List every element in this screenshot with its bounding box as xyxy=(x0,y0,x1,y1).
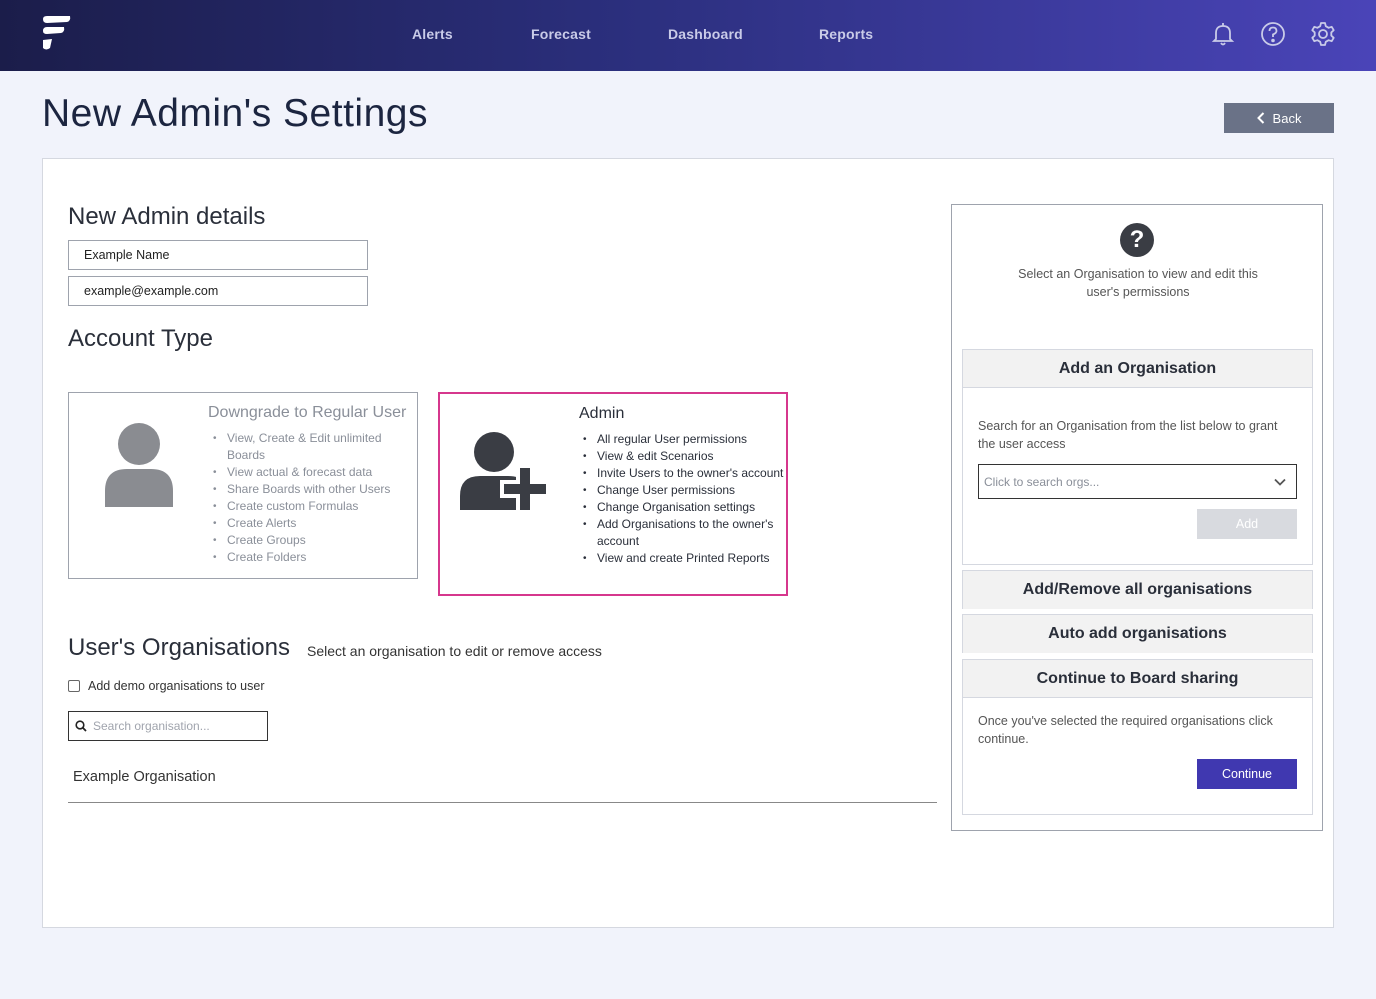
user-icon xyxy=(105,423,173,507)
list-item: View and create Printed Reports xyxy=(579,550,789,567)
page-title: New Admin's Settings xyxy=(42,92,428,135)
continue-button[interactable]: Continue xyxy=(1197,759,1297,789)
user-orgs-subheading: Select an organisation to edit or remove… xyxy=(307,643,602,659)
org-permissions-panel: ? Select an Organisation to view and edi… xyxy=(951,204,1323,831)
question-icon: ? xyxy=(1120,223,1154,257)
continue-section: Continue to Board sharing Once you've se… xyxy=(962,659,1313,815)
list-item: Create Groups xyxy=(209,532,409,549)
chevron-left-icon xyxy=(1256,112,1264,124)
bell-icon[interactable] xyxy=(1209,20,1237,48)
list-item[interactable]: Example Organisation xyxy=(68,759,937,803)
add-org-text: Search for an Organisation from the list… xyxy=(978,419,1278,451)
demo-orgs-checkbox-label: Add demo organisations to user xyxy=(88,679,265,693)
auto-add-header[interactable]: Auto add organisations xyxy=(963,615,1312,653)
org-select-dropdown[interactable]: Click to search orgs... xyxy=(978,464,1297,499)
help-icon[interactable] xyxy=(1259,20,1287,48)
demo-orgs-checkbox-row[interactable]: Add demo organisations to user xyxy=(68,679,265,693)
list-item: View actual & forecast data xyxy=(209,464,409,481)
add-user-icon xyxy=(460,432,550,512)
user-orgs-heading: User's Organisations xyxy=(68,634,290,661)
org-select-placeholder: Click to search orgs... xyxy=(984,474,1100,489)
account-type-heading: Account Type xyxy=(68,325,213,352)
back-button-label: Back xyxy=(1272,110,1302,126)
admin-permissions-list: All regular User permissions View & edit… xyxy=(579,431,789,567)
auto-add-section: Auto add organisations xyxy=(962,614,1313,653)
list-item: Invite Users to the owner's account xyxy=(579,465,789,482)
add-remove-all-section: Add/Remove all organisations xyxy=(962,570,1313,609)
continue-text: Once you've selected the required organi… xyxy=(978,714,1273,746)
continue-header[interactable]: Continue to Board sharing xyxy=(963,660,1312,698)
add-org-section: Add an Organisation Search for an Organi… xyxy=(962,349,1313,565)
list-item: Share Boards with other Users xyxy=(209,481,409,498)
list-item: Change Organisation settings xyxy=(579,499,789,516)
list-item: View, Create & Edit unlimited Boards xyxy=(209,430,409,464)
org-search-input[interactable]: Search organisation... xyxy=(68,711,268,741)
admin-option-title: Admin xyxy=(579,405,625,422)
list-item: Add Organisations to the owner's account xyxy=(579,516,789,550)
list-item: All regular User permissions xyxy=(579,431,789,448)
nav-dashboard[interactable]: Dashboard xyxy=(668,26,743,42)
account-option-regular[interactable]: Downgrade to Regular User View, Create &… xyxy=(68,392,418,579)
regular-option-title: Downgrade to Regular User xyxy=(208,404,407,421)
list-item: View & edit Scenarios xyxy=(579,448,789,465)
back-button[interactable]: Back xyxy=(1224,103,1334,133)
chevron-down-icon xyxy=(1274,478,1286,486)
nav-forecast[interactable]: Forecast xyxy=(531,26,591,42)
list-item: Create custom Formulas xyxy=(209,498,409,515)
gear-icon[interactable] xyxy=(1309,20,1337,48)
account-option-admin[interactable]: Admin All regular User permissions View … xyxy=(438,392,788,596)
top-nav: Alerts Forecast Dashboard Reports xyxy=(0,0,1376,71)
list-item: Change User permissions xyxy=(579,482,789,499)
nav-reports[interactable]: Reports xyxy=(819,26,873,42)
nav-alerts[interactable]: Alerts xyxy=(412,26,453,42)
panel-info-text: Select an Organisation to view and edit … xyxy=(1018,267,1258,299)
list-item: Create Folders xyxy=(209,549,409,566)
regular-permissions-list: View, Create & Edit unlimited Boards Vie… xyxy=(209,430,409,566)
add-org-header[interactable]: Add an Organisation xyxy=(963,350,1312,388)
org-search-placeholder: Search organisation... xyxy=(93,719,210,733)
email-field[interactable]: example@example.com xyxy=(68,276,368,306)
demo-orgs-checkbox[interactable] xyxy=(68,680,80,692)
name-field[interactable]: Example Name xyxy=(68,240,368,270)
add-org-button[interactable]: Add xyxy=(1197,509,1297,539)
list-item: Create Alerts xyxy=(209,515,409,532)
admin-details-heading: New Admin details xyxy=(68,203,266,230)
search-icon xyxy=(75,720,87,732)
org-name: Example Organisation xyxy=(73,769,216,785)
add-remove-all-header[interactable]: Add/Remove all organisations xyxy=(963,571,1312,609)
settings-card: New Admin details Example Name example@e… xyxy=(42,158,1334,928)
